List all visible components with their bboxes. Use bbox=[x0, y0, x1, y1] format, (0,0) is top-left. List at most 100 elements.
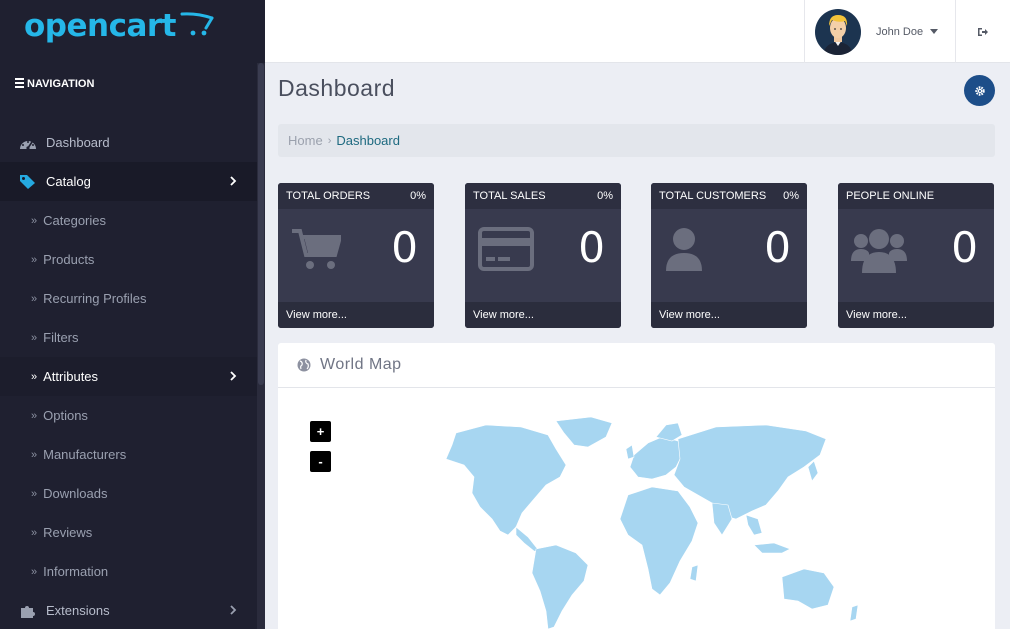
tile-total-orders: TOTAL ORDERS 0% 0 View more... bbox=[278, 183, 434, 328]
double-chevron-icon: » bbox=[31, 487, 37, 500]
india-shape bbox=[711, 502, 733, 536]
sidebar-item-label: Filters bbox=[43, 330, 79, 345]
sidebar-item-label: Information bbox=[43, 564, 109, 579]
opencart-logo[interactable]: opencart bbox=[24, 6, 214, 46]
tile-body: 0 bbox=[651, 209, 807, 302]
sidebar-item-label: Manufacturers bbox=[43, 447, 127, 462]
asia-shape bbox=[673, 424, 827, 520]
sidebar-item-extensions[interactable]: Extensions bbox=[0, 591, 257, 629]
sidebar-item-label: Attributes bbox=[43, 369, 99, 384]
sidebar-item-manufacturers[interactable]: » Manufacturers bbox=[0, 435, 257, 474]
sign-out-icon bbox=[978, 27, 988, 36]
tile-body: 0 bbox=[465, 209, 621, 302]
double-chevron-icon: » bbox=[31, 448, 37, 461]
zoom-out-button[interactable]: - bbox=[310, 451, 331, 472]
logo-cart-icon bbox=[180, 12, 214, 36]
globe-icon bbox=[297, 358, 311, 372]
africa-shape bbox=[619, 486, 699, 596]
credit-card-icon bbox=[478, 227, 534, 271]
tile-value: 0 bbox=[391, 223, 418, 272]
tile-value: 0 bbox=[578, 223, 605, 272]
world-map-panel: World Map + - bbox=[278, 343, 995, 629]
navigation-heading-label: NAVIGATION bbox=[27, 78, 95, 90]
tile-view-more-link[interactable]: View more... bbox=[465, 302, 621, 328]
tile-view-more-link[interactable]: View more... bbox=[278, 302, 434, 328]
sidebar: opencart NAVIGATION Dashboard Catalog » bbox=[0, 0, 265, 629]
dashboard-icon bbox=[19, 135, 37, 151]
tile-title: TOTAL ORDERS bbox=[286, 190, 371, 202]
southeast-asia-shape bbox=[745, 514, 763, 536]
double-chevron-icon: » bbox=[31, 526, 37, 539]
logout-button[interactable] bbox=[955, 0, 1010, 63]
sidebar-scrollbar-thumb[interactable] bbox=[258, 63, 264, 385]
sidebar-item-reviews[interactable]: » Reviews bbox=[0, 513, 257, 552]
sidebar-item-label: Categories bbox=[43, 213, 106, 228]
sidebar-item-label: Extensions bbox=[46, 603, 110, 618]
user-menu[interactable]: John Doe bbox=[804, 0, 955, 63]
indonesia-shape bbox=[753, 542, 791, 554]
sidebar-item-filters[interactable]: » Filters bbox=[0, 318, 257, 357]
tile-value: 0 bbox=[764, 223, 791, 272]
sidebar-item-label: Reviews bbox=[43, 525, 93, 540]
users-icon bbox=[851, 229, 907, 273]
sidebar-item-recurring-profiles[interactable]: » Recurring Profiles bbox=[0, 279, 257, 318]
tile-view-more-link[interactable]: View more... bbox=[651, 302, 807, 328]
tile-body: 0 bbox=[278, 209, 434, 302]
sidebar-item-categories[interactable]: » Categories bbox=[0, 201, 257, 240]
sidebar-item-label: Downloads bbox=[43, 486, 108, 501]
japan-shape bbox=[807, 460, 819, 482]
breadcrumb: Home › Dashboard bbox=[278, 124, 995, 157]
user-icon bbox=[666, 228, 702, 271]
tile-total-customers: TOTAL CUSTOMERS 0% 0 View more... bbox=[651, 183, 807, 328]
sidebar-item-options[interactable]: » Options bbox=[0, 396, 257, 435]
navigation-heading[interactable]: NAVIGATION bbox=[15, 78, 94, 90]
double-chevron-icon: » bbox=[31, 565, 37, 578]
tile-header: TOTAL ORDERS 0% bbox=[278, 183, 434, 209]
sidebar-item-label: Products bbox=[43, 252, 95, 267]
sidebar-item-dashboard[interactable]: Dashboard bbox=[0, 123, 257, 162]
tile-view-more-link[interactable]: View more... bbox=[838, 302, 994, 328]
double-chevron-icon: » bbox=[31, 214, 37, 227]
sidebar-item-attributes[interactable]: » Attributes bbox=[0, 357, 257, 396]
madagascar-shape bbox=[689, 564, 699, 582]
double-chevron-icon: » bbox=[31, 370, 37, 383]
sidebar-item-label: Catalog bbox=[46, 174, 91, 189]
tile-header: TOTAL SALES 0% bbox=[465, 183, 621, 209]
nav-list: Dashboard Catalog » Categories » Product… bbox=[0, 123, 257, 629]
tile-title: TOTAL SALES bbox=[473, 190, 546, 202]
tile-body: 0 bbox=[838, 209, 994, 302]
settings-button[interactable] bbox=[964, 75, 995, 106]
sidebar-scrollbar[interactable] bbox=[257, 63, 265, 629]
south-america-shape bbox=[531, 544, 589, 629]
caret-down-icon bbox=[930, 29, 939, 34]
sidebar-item-products[interactable]: » Products bbox=[0, 240, 257, 279]
chevron-right-icon bbox=[230, 605, 237, 615]
sidebar-item-catalog[interactable]: Catalog bbox=[0, 162, 257, 201]
sidebar-item-label: Dashboard bbox=[46, 135, 110, 150]
breadcrumb-current[interactable]: Dashboard bbox=[336, 133, 400, 148]
double-chevron-icon: » bbox=[31, 292, 37, 305]
tile-percent: 0% bbox=[597, 190, 613, 202]
stat-tiles: TOTAL ORDERS 0% 0 View more... TOTAL SAL… bbox=[278, 183, 995, 328]
north-america-shape bbox=[445, 424, 567, 536]
world-map-header: World Map bbox=[278, 343, 995, 388]
shopping-cart-icon bbox=[292, 229, 341, 269]
sidebar-item-information[interactable]: » Information bbox=[0, 552, 257, 591]
breadcrumb-home[interactable]: Home bbox=[288, 133, 323, 148]
sidebar-item-label: Recurring Profiles bbox=[43, 291, 147, 306]
zoom-in-button[interactable]: + bbox=[310, 421, 331, 442]
tile-people-online: PEOPLE ONLINE 0 View more... bbox=[838, 183, 994, 328]
gear-icon bbox=[974, 85, 985, 96]
puzzle-icon bbox=[19, 603, 37, 619]
sidebar-item-label: Options bbox=[43, 408, 88, 423]
tile-title: PEOPLE ONLINE bbox=[846, 190, 935, 202]
world-map[interactable] bbox=[416, 415, 866, 629]
tile-header: PEOPLE ONLINE bbox=[838, 183, 994, 209]
double-chevron-icon: » bbox=[31, 409, 37, 422]
tile-value: 0 bbox=[951, 223, 978, 272]
avatar bbox=[815, 8, 861, 55]
new-zealand-shape bbox=[849, 604, 859, 622]
tile-title: TOTAL CUSTOMERS bbox=[659, 190, 767, 202]
sidebar-item-downloads[interactable]: » Downloads bbox=[0, 474, 257, 513]
europe-shape bbox=[629, 436, 683, 480]
